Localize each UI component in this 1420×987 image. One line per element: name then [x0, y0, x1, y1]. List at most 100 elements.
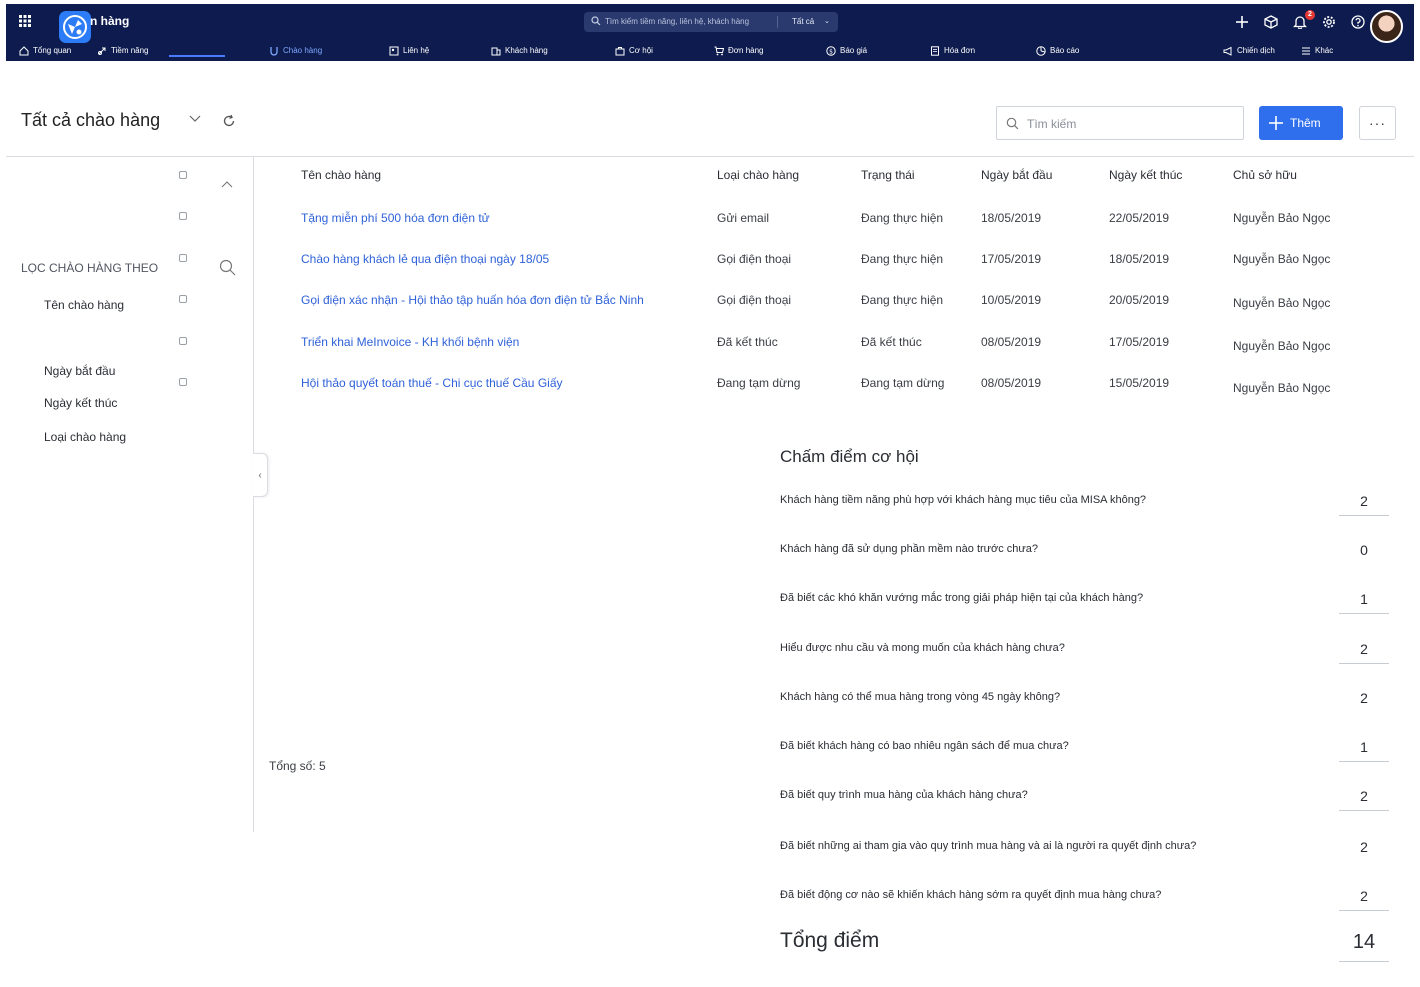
nav-item-campaigns[interactable]: Chiến dịch: [1223, 40, 1275, 61]
row-checkbox[interactable]: [179, 295, 187, 303]
nav-item-reports[interactable]: Báo cáo: [1036, 40, 1079, 61]
column-header-owner[interactable]: Chủ sở hữu: [1233, 168, 1297, 182]
offer-owner: Nguyễn Bảo Ngọc: [1233, 211, 1331, 225]
box-icon[interactable]: [1262, 13, 1280, 31]
score-input[interactable]: 1: [1339, 738, 1389, 762]
chevron-up-icon[interactable]: [221, 180, 233, 188]
nav-item-contacts[interactable]: Liên hệ: [389, 40, 429, 61]
nav-item-customers[interactable]: Khách hàng: [491, 40, 548, 61]
collapse-panel-button[interactable]: ‹: [253, 453, 268, 497]
offer-owner: Nguyễn Bảo Ngọc: [1233, 296, 1331, 310]
filter-item-start-date[interactable]: Ngày bắt đầu: [44, 364, 115, 378]
search-input[interactable]: [1027, 115, 1227, 133]
app-grid-icon[interactable]: [19, 15, 31, 27]
invoice-icon: [931, 45, 939, 56]
column-header-status[interactable]: Trạng thái: [861, 168, 915, 182]
scoring-question: Đã biết khách hàng có bao nhiêu ngân sác…: [780, 740, 1069, 752]
nav-item-quotes[interactable]: $ Báo giá: [826, 40, 867, 61]
nav-item-invoices[interactable]: Hóa đơn: [930, 40, 975, 61]
nav-item-leads[interactable]: Tiềm năng: [97, 40, 149, 61]
search-scope-select[interactable]: Tất cả: [792, 17, 814, 26]
score-input[interactable]: 2: [1339, 838, 1389, 862]
score-input[interactable]: 2: [1339, 689, 1389, 713]
nav-item-more[interactable]: Khác: [1301, 40, 1333, 61]
score-input[interactable]: 2: [1339, 887, 1389, 911]
score-input[interactable]: 0: [1339, 541, 1389, 565]
offer-name-link[interactable]: Chào hàng khách lẻ qua điện thoại ngày 1…: [301, 252, 549, 266]
search-field[interactable]: [996, 106, 1244, 140]
offer-name-link[interactable]: Tặng miễn phí 500 hóa đơn điện tử: [301, 211, 490, 225]
nav-item-overview[interactable]: Tổng quan: [19, 40, 71, 61]
search-icon[interactable]: [219, 259, 236, 276]
offer-status: Đang thực hiện: [861, 211, 944, 225]
search-icon: [591, 16, 601, 26]
column-header-name[interactable]: Tên chào hàng: [301, 168, 381, 182]
total-score-label: Tổng điểm: [780, 929, 880, 952]
building-icon: [491, 47, 501, 55]
select-all-checkbox[interactable]: [179, 171, 187, 179]
add-button[interactable]: Thêm: [1259, 106, 1343, 140]
offer-owner: Nguyễn Bảo Ngọc: [1233, 381, 1331, 395]
scoring-question: Đã biết những ai tham gia vào quy trình …: [780, 840, 1197, 852]
global-search-placeholder: Tìm kiếm tiềm năng, liên hệ, khách hàng: [605, 17, 750, 26]
score-input[interactable]: 1: [1339, 590, 1389, 614]
offer-name-link[interactable]: Gọi điện xác nhận - Hội thảo tập huấn hó…: [301, 293, 644, 307]
nav-label: Khác: [1315, 46, 1334, 55]
score-input[interactable]: 2: [1339, 492, 1389, 516]
top-navigation-bar: n hàng Tìm kiếm tiềm năng, liên hệ, khác…: [6, 4, 1414, 61]
global-search[interactable]: Tìm kiếm tiềm năng, liên hệ, khách hàng …: [584, 12, 838, 32]
magnet-icon: [270, 46, 278, 56]
offer-name-link[interactable]: Triển khai MeInvoice - KH khối bệnh viện: [301, 335, 519, 349]
total-count: Tổng số: 5: [269, 759, 326, 773]
notification-badge: 2: [1305, 10, 1315, 20]
row-checkbox[interactable]: [179, 254, 187, 262]
offer-name-link[interactable]: Hội thảo quyết toán thuế - Chi cục thuế …: [301, 376, 563, 390]
row-checkbox[interactable]: [179, 378, 187, 386]
chevron-down-icon[interactable]: [189, 115, 201, 123]
nav-label: Tiềm năng: [111, 46, 149, 55]
offer-start-date: 08/05/2019: [981, 376, 1042, 390]
plus-icon[interactable]: [1233, 13, 1251, 31]
briefcase-icon: [615, 46, 625, 55]
svg-text:$: $: [829, 48, 833, 55]
offer-end-date: 17/05/2019: [1109, 335, 1170, 349]
nav-item-orders[interactable]: Đơn hàng: [714, 40, 764, 61]
column-header-start-date[interactable]: Ngày bắt đầu: [981, 168, 1052, 182]
nav-item-opportunities[interactable]: Cơ hội: [615, 40, 653, 61]
offer-end-date: 18/05/2019: [1109, 252, 1170, 266]
offer-start-date: 10/05/2019: [981, 293, 1042, 307]
more-options-button[interactable]: ···: [1359, 106, 1396, 140]
menu-icon: [1302, 47, 1310, 54]
add-button-label: Thêm: [1290, 116, 1321, 130]
filter-item-end-date[interactable]: Ngày kết thúc: [44, 396, 117, 410]
nav-label: Báo cáo: [1050, 46, 1080, 55]
refresh-icon[interactable]: [222, 114, 236, 128]
gear-icon[interactable]: [1320, 13, 1338, 31]
nav-item-offers[interactable]: Chào hàng: [269, 40, 322, 61]
help-icon[interactable]: [1349, 13, 1367, 31]
column-header-end-date[interactable]: Ngày kết thúc: [1109, 168, 1182, 182]
filter-item-type[interactable]: Loại chào hàng: [44, 430, 126, 444]
row-checkbox[interactable]: [179, 212, 187, 220]
pie-chart-icon: [1036, 45, 1046, 56]
megaphone-icon: [1223, 46, 1232, 56]
score-input[interactable]: 2: [1339, 640, 1389, 664]
page-title[interactable]: Tất cả chào hàng: [21, 110, 160, 131]
column-header-type[interactable]: Loại chào hàng: [717, 168, 799, 182]
score-input[interactable]: 2: [1339, 787, 1389, 811]
row-checkbox[interactable]: [179, 337, 187, 345]
nav-label: Hóa đơn: [944, 46, 976, 55]
logo-icon: [63, 15, 87, 39]
offer-type: Gọi điện thoại: [717, 252, 792, 266]
user-avatar[interactable]: [1370, 10, 1403, 43]
scoring-question: Khách hàng tiềm năng phù hợp với khách h…: [780, 494, 1147, 506]
nav-label: Chào hàng: [283, 46, 323, 55]
nav-label: Báo giá: [840, 46, 868, 55]
chevron-down-icon[interactable]: ⌄: [824, 17, 830, 25]
filter-item-name[interactable]: Tên chào hàng: [44, 298, 124, 312]
dollar-circle-icon: $: [826, 45, 836, 56]
scoring-question: Hiểu được nhu cầu và mong muốn của khách…: [780, 642, 1065, 654]
app-root: n hàng Tìm kiếm tiềm năng, liên hệ, khác…: [0, 0, 1420, 987]
scoring-question: Đã biết quy trình mua hàng của khách hàn…: [780, 789, 1028, 801]
nav-label: Đơn hàng: [728, 46, 764, 55]
